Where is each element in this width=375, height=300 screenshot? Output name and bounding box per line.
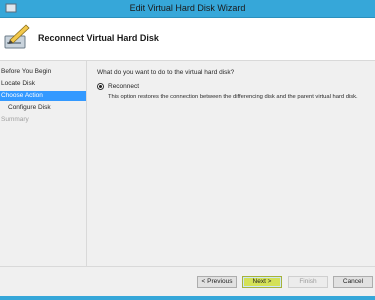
step-choose-action[interactable]: Choose Action [0, 91, 86, 101]
next-button[interactable]: Next > [242, 276, 282, 288]
window-bottom-border [0, 296, 375, 300]
page-heading: Reconnect Virtual Hard Disk [38, 33, 159, 43]
reconnect-option[interactable]: Reconnect [97, 81, 139, 91]
step-before-you-begin[interactable]: Before You Begin [0, 67, 86, 77]
cancel-button[interactable]: Cancel [333, 276, 373, 288]
finish-button: Finish [288, 276, 328, 288]
reconnect-label[interactable]: Reconnect [108, 83, 139, 90]
action-question: What do you want to do to the virtual ha… [97, 69, 235, 76]
disk-edit-icon [4, 24, 30, 49]
window-title: Edit Virtual Hard Disk Wizard [129, 3, 246, 13]
reconnect-description: This option restores the connection betw… [108, 94, 358, 100]
wizard-footer: < Previous Next > Finish Cancel [0, 266, 375, 297]
reconnect-radio[interactable] [97, 82, 104, 90]
wizard-steps-panel: Before You Begin Locate Disk Choose Acti… [0, 61, 87, 266]
wizard-content: What do you want to do to the virtual ha… [87, 61, 375, 266]
wizard-header: Reconnect Virtual Hard Disk [0, 18, 375, 61]
previous-button[interactable]: < Previous [197, 276, 237, 288]
step-configure-disk[interactable]: Configure Disk [0, 103, 86, 113]
step-locate-disk[interactable]: Locate Disk [0, 79, 86, 89]
step-summary: Summary [1, 116, 29, 123]
title-bar: Edit Virtual Hard Disk Wizard [0, 0, 375, 18]
